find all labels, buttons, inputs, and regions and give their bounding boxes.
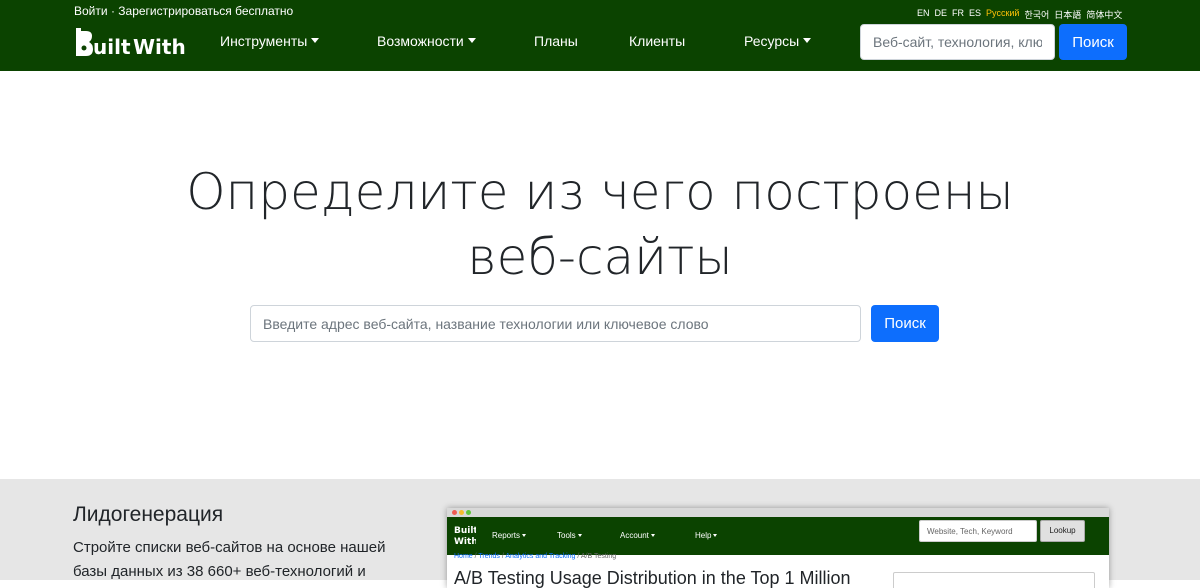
hero-search-input[interactable] [250, 305, 861, 342]
menu-customers-label: Клиенты [629, 33, 686, 49]
chevron-down-icon [803, 38, 812, 43]
preview-menu-label: Reports [492, 531, 521, 540]
preview-search-input: Website, Tech, Keyword [919, 520, 1037, 542]
breadcrumb-trends: Trends [478, 553, 500, 560]
headline-line-2: веб-сайты [467, 228, 733, 286]
preview-menu-label: Tools [557, 531, 576, 540]
breadcrumb-analytics: Analytics and Tracking [505, 553, 576, 560]
breadcrumb-home: Home [454, 553, 473, 560]
nav-search-button[interactable]: Поиск [1059, 24, 1127, 60]
preview-menu-tools: Tools [557, 531, 582, 540]
menu-features[interactable]: Возможности [377, 33, 476, 49]
lead-generation-title: Лидогенерация [73, 503, 224, 526]
close-dot-icon [452, 510, 457, 515]
preview-menu-label: Help [695, 531, 712, 540]
lang-es[interactable]: ES [969, 8, 981, 21]
menu-tools[interactable]: Инструменты [220, 33, 320, 49]
preview-breadcrumb: Home / Trends / Analytics and Tracking /… [454, 553, 617, 560]
menu-customers[interactable]: Клиенты [629, 33, 685, 49]
browser-titlebar [447, 508, 1109, 517]
svg-text:With: With [454, 537, 476, 547]
chevron-down-icon [311, 38, 320, 43]
lang-ru[interactable]: Русский [986, 8, 1019, 21]
preview-page-title: A/B Testing Usage Distribution in the To… [454, 568, 851, 588]
page-headline: Определите из чего построены веб-сайты [0, 160, 1200, 290]
preview-lookup-button: Lookup [1040, 520, 1085, 542]
lang-zh[interactable]: 简体中文 [1086, 8, 1122, 21]
lang-ko[interactable]: 한국어 [1024, 8, 1049, 21]
chevron-down-icon [713, 534, 718, 537]
chevron-down-icon [650, 534, 655, 537]
menu-features-label: Возможности [377, 33, 464, 49]
menu-resources-label: Ресурсы [744, 33, 800, 49]
preview-logo: Built With [454, 526, 476, 547]
svg-text:uilt: uilt [93, 35, 131, 58]
chevron-down-icon [522, 534, 527, 537]
lang-en[interactable]: EN [917, 8, 930, 21]
chevron-down-icon [467, 38, 476, 43]
svg-text:Built: Built [454, 526, 476, 536]
preview-menu-account: Account [620, 531, 655, 540]
lead-generation-text: Стройте списки веб-сайтов на основе наше… [73, 539, 386, 580]
preview-menu-help: Help [695, 531, 718, 540]
chevron-down-icon [577, 534, 582, 537]
top-navbar: Войти · Зарегистрироваться бесплатно EN … [0, 0, 1200, 71]
svg-text:With: With [133, 35, 186, 58]
account-links-separator: · [110, 4, 115, 18]
breadcrumb-current: A/B Testing [580, 553, 617, 560]
headline-line-1: Определите из чего построены [186, 163, 1014, 221]
menu-plans-label: Планы [534, 33, 578, 49]
preview-menu-label: Account [620, 531, 649, 540]
menu-plans[interactable]: Планы [534, 33, 578, 49]
builtwith-logo[interactable]: uilt With [74, 26, 188, 58]
register-link[interactable]: Зарегистрироваться бесплатно [118, 4, 293, 18]
language-switcher: EN DE FR ES Русский 한국어 日本語 简体中文 [917, 8, 1122, 21]
account-links: Войти · Зарегистрироваться бесплатно [74, 4, 293, 18]
lang-de[interactable]: DE [935, 8, 948, 21]
preview-menu-reports: Reports [492, 531, 527, 540]
product-screenshot: Built With Reports Tools Account Help We… [447, 508, 1109, 588]
lang-ja[interactable]: 日本語 [1054, 8, 1081, 21]
preview-navbar: Built With Reports Tools Account Help We… [447, 517, 1109, 555]
login-link[interactable]: Войти [74, 4, 108, 18]
maximize-dot-icon [466, 510, 471, 515]
menu-tools-label: Инструменты [220, 33, 308, 49]
menu-resources[interactable]: Ресурсы [744, 33, 812, 49]
nav-search-input[interactable] [860, 24, 1055, 60]
minimize-dot-icon [459, 510, 464, 515]
lang-fr[interactable]: FR [952, 8, 964, 21]
preview-sidebar-box [893, 572, 1095, 588]
hero-search-button[interactable]: Поиск [871, 305, 939, 342]
